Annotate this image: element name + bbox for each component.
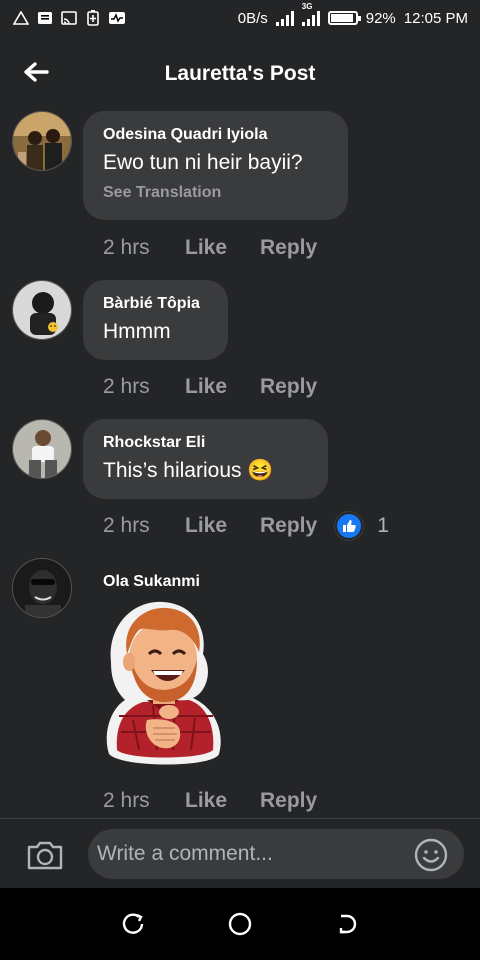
- home-button[interactable]: [226, 910, 254, 938]
- comment-author[interactable]: Rhockstar Eli: [103, 433, 308, 453]
- laughing-man-sticker: [103, 600, 225, 770]
- battery-icon: [327, 11, 361, 25]
- activity-icon: [108, 10, 126, 26]
- back-button[interactable]: [20, 58, 52, 86]
- page-title: Lauretta's Post: [164, 62, 316, 85]
- network-speed: 0B/s: [237, 9, 268, 27]
- cast-icon: [60, 10, 78, 26]
- comment-bubble: Rhockstar Eli This’s hilarious 😆: [83, 419, 328, 499]
- like-button[interactable]: Like: [185, 514, 260, 538]
- avatar[interactable]: [12, 558, 72, 618]
- warning-triangle-icon: [12, 10, 30, 26]
- like-button[interactable]: Like: [185, 789, 260, 813]
- emoji-button[interactable]: [414, 838, 448, 872]
- back-icon: [339, 914, 356, 934]
- post-header: Lauretta's Post: [0, 46, 480, 102]
- status-left-icons: [12, 10, 126, 26]
- battery-saver-icon: [84, 10, 102, 26]
- back-arrow-icon: [24, 62, 49, 82]
- avatar[interactable]: [12, 419, 72, 479]
- reaction-count: 1: [377, 514, 389, 537]
- reply-button[interactable]: Reply: [260, 789, 317, 813]
- clock: 12:05 PM: [403, 9, 468, 27]
- comment-text: Ewo tun ni heir bayii?: [103, 151, 303, 174]
- comment-time: 2 hrs: [103, 514, 150, 537]
- comment-bubble: Bàrbié Tôpia Hmmm: [83, 280, 228, 360]
- cell-signal-icon: 3G: [301, 2, 320, 26]
- home-icon: [228, 912, 252, 936]
- notification-icon: [36, 10, 54, 26]
- system-navigation-bar: [0, 888, 480, 960]
- avatar[interactable]: [12, 111, 72, 171]
- comment-time: 2 hrs: [103, 375, 150, 398]
- battery-percent: 92%: [365, 9, 396, 27]
- back-nav-button[interactable]: [333, 910, 361, 938]
- network-type: 3G: [301, 2, 313, 11]
- reaction-summary[interactable]: 1: [335, 512, 389, 540]
- comment-time: 2 hrs: [103, 789, 150, 812]
- comment-text: This’s hilarious 😆: [103, 459, 274, 482]
- emoji-icon: [414, 838, 448, 872]
- reply-button[interactable]: Reply: [260, 236, 317, 260]
- status-bar: 0B/s 3G 92% 12:05 PM: [0, 0, 480, 36]
- like-reaction-icon: [335, 512, 364, 540]
- recent-apps-button[interactable]: [119, 910, 147, 938]
- status-right: 0B/s 3G 92% 12:05 PM: [237, 2, 468, 27]
- see-translation-link[interactable]: See Translation: [103, 183, 328, 203]
- reply-button[interactable]: Reply: [260, 375, 317, 399]
- avatar[interactable]: [12, 280, 72, 340]
- comment-input[interactable]: [88, 829, 464, 879]
- camera-button[interactable]: [26, 839, 64, 871]
- reply-button[interactable]: Reply: [260, 514, 317, 538]
- camera-icon: [27, 841, 63, 870]
- comment-actions: 2 hrs Like Reply 1: [103, 511, 389, 541]
- comment-text: Hmmm: [103, 320, 171, 343]
- wifi-signal-icon: [275, 10, 294, 26]
- comment-author[interactable]: Ola Sukanmi: [103, 573, 200, 591]
- comment-composer: [0, 818, 480, 888]
- comment-author[interactable]: Bàrbié Tôpia: [103, 294, 208, 314]
- like-button[interactable]: Like: [185, 236, 260, 260]
- comment-actions: 2 hrs Like Reply: [103, 233, 317, 263]
- comment-actions: 2 hrs Like Reply: [103, 372, 317, 402]
- comment-actions: 2 hrs Like Reply: [103, 786, 317, 816]
- like-button[interactable]: Like: [185, 375, 260, 399]
- comment-author[interactable]: Odesina Quadri Iyiola: [103, 125, 328, 145]
- recent-apps-icon: [123, 913, 144, 934]
- comment-time: 2 hrs: [103, 236, 150, 259]
- comment-bubble: Odesina Quadri Iyiola Ewo tun ni heir ba…: [83, 111, 348, 220]
